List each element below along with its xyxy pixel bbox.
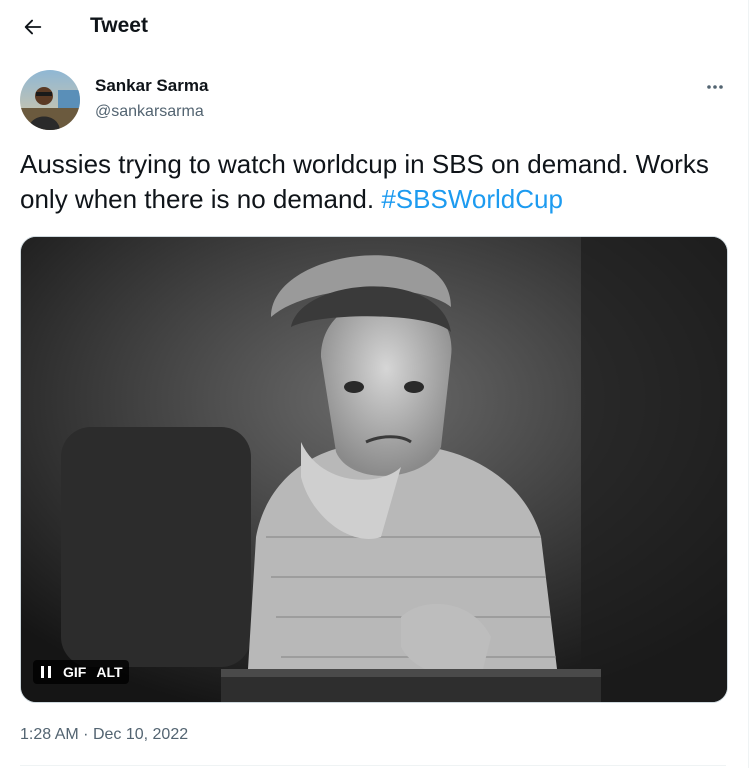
avatar[interactable] xyxy=(20,70,80,130)
page-header: Tweet xyxy=(0,0,748,53)
timestamp-separator: · xyxy=(83,726,89,743)
tweet-body: Aussies trying to watch worldcup in SBS … xyxy=(20,149,709,214)
tweet-text: Aussies trying to watch worldcup in SBS … xyxy=(20,147,730,217)
tweet-timestamp: 1:28 AM · Dec 10, 2022 xyxy=(20,725,188,745)
gif-image xyxy=(21,237,727,702)
arrow-left-icon xyxy=(24,19,42,35)
more-options-button[interactable] xyxy=(700,72,730,102)
media-controls: GIF ALT xyxy=(33,660,129,684)
tweet-page: Tweet Sankar Sarma @sankarsarma Aussies xyxy=(0,0,749,768)
author-handle[interactable]: @sankarsarma xyxy=(95,101,204,122)
back-button[interactable] xyxy=(16,10,50,44)
alt-text-badge[interactable]: ALT xyxy=(96,664,122,680)
pause-icon xyxy=(41,666,51,678)
gif-media[interactable] xyxy=(20,236,728,703)
divider xyxy=(20,765,726,766)
tweet-date[interactable]: Dec 10, 2022 xyxy=(93,726,188,743)
tweet-time[interactable]: 1:28 AM xyxy=(20,726,79,743)
page-title: Tweet xyxy=(90,14,148,37)
gif-badge: GIF xyxy=(63,664,87,680)
ellipsis-icon xyxy=(707,85,723,89)
pause-button[interactable] xyxy=(39,664,53,680)
hashtag-link[interactable]: #SBSWorldCup xyxy=(381,184,563,214)
author-name[interactable]: Sankar Sarma xyxy=(95,75,208,97)
